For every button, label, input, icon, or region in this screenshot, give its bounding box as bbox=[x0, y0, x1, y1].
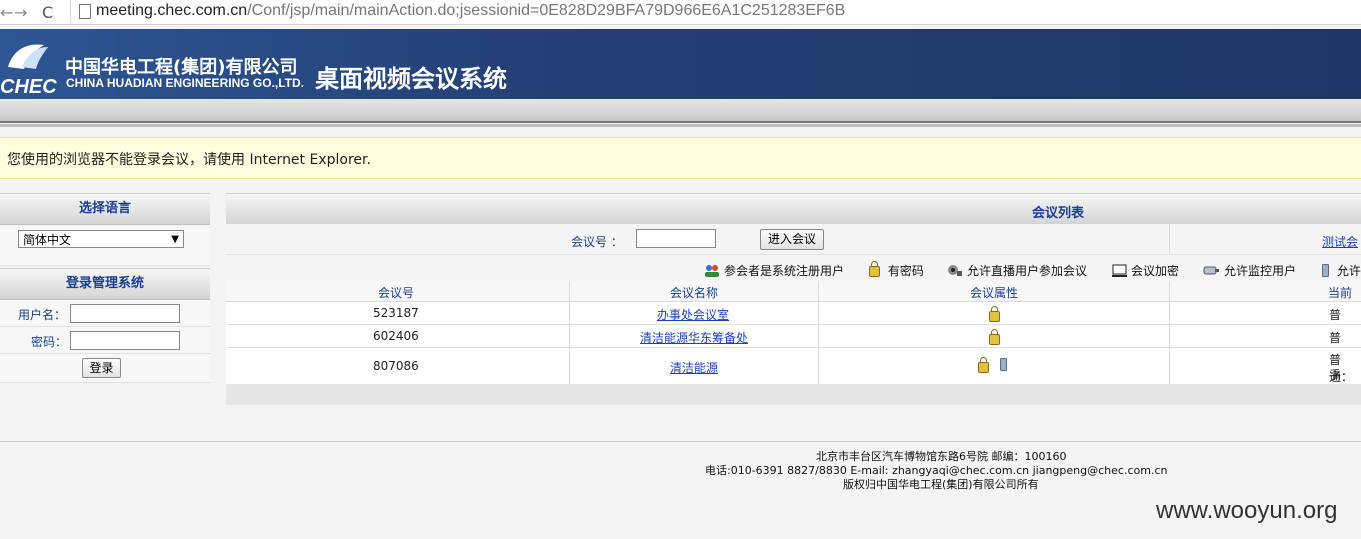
dropdown-arrow-icon: ▼ bbox=[171, 234, 179, 245]
meeting-table-header: 会议号 会议名称 会议属性 当前人 bbox=[226, 281, 1361, 317]
legend-row: 参会者是系统注册用户 有密码 允许直播用户参加会议 会议加密 允许监控用户 允许 bbox=[226, 255, 1361, 282]
table-row: 807086 清洁能源 普通： 手机： bbox=[226, 348, 1361, 399]
language-panel-header: 选择语言 bbox=[0, 193, 210, 225]
meeting-list-header: 会议列表 bbox=[226, 193, 1361, 225]
login-button[interactable]: 登录 bbox=[82, 358, 121, 378]
meeting-list-panel: 会议列表 会议号 ： 进入会议 测试会 参会者是系统注册用户 有密码 允许直播用… bbox=[226, 193, 1361, 405]
password-label: 密码： bbox=[31, 335, 68, 349]
url-path: /Conf/jsp/main/mainAction.do;jsessionid=… bbox=[247, 2, 846, 19]
lock-icon bbox=[978, 357, 989, 373]
address-bar[interactable]: meeting.chec.com.cn/Conf/jsp/main/mainAc… bbox=[70, 0, 1361, 23]
test-meeting-link[interactable]: 测试会 bbox=[1322, 233, 1358, 250]
warning-text: 您使用的浏览器不能登录会议，请使用 Internet Explorer. bbox=[7, 152, 371, 168]
meeting-name-link[interactable]: 清洁能源 bbox=[670, 359, 718, 376]
table-footer-bar bbox=[226, 384, 1361, 405]
search-row-divider bbox=[1169, 224, 1170, 254]
table-row: 523187 办事处会议室 普通： bbox=[226, 302, 1361, 339]
column-header-name: 会议名称 bbox=[670, 286, 719, 300]
login-panel-header: 登录管理系统 bbox=[0, 268, 210, 300]
column-divider bbox=[1169, 281, 1170, 384]
meeting-id: 523187 bbox=[373, 306, 419, 320]
table-row: 602406 清洁能源华东筹备处 普通： bbox=[226, 325, 1361, 362]
legend-monitor: 允许监控用户 bbox=[1203, 262, 1296, 279]
system-title: 桌面视频会议系统 bbox=[315, 65, 507, 93]
meeting-id: 807086 bbox=[373, 359, 419, 373]
camera-icon bbox=[1203, 266, 1219, 275]
meeting-list-title: 会议列表 bbox=[1032, 206, 1085, 221]
enter-meeting-button[interactable]: 进入会议 bbox=[760, 229, 824, 250]
computer-icon bbox=[1112, 264, 1127, 277]
broadcast-icon bbox=[948, 265, 962, 276]
column-header-id: 会议号 bbox=[378, 286, 415, 300]
lock-icon bbox=[989, 306, 1000, 322]
legend-label: 允许 bbox=[1336, 264, 1361, 278]
legend-broadcast: 允许直播用户参加会议 bbox=[947, 262, 1087, 279]
legend-password: 有密码 bbox=[869, 261, 924, 279]
column-header-attributes: 会议属性 bbox=[970, 286, 1019, 300]
watermark: www.wooyun.org bbox=[1156, 497, 1338, 524]
back-arrow-icon[interactable]: ← bbox=[0, 3, 13, 22]
legend-label: 会议加密 bbox=[1131, 264, 1180, 278]
language-panel-title: 选择语言 bbox=[78, 201, 131, 216]
meeting-name-link[interactable]: 办事处会议室 bbox=[657, 306, 729, 323]
page-icon bbox=[79, 4, 91, 19]
login-panel-title: 登录管理系统 bbox=[65, 276, 144, 291]
password-input[interactable] bbox=[70, 331, 180, 350]
legend-encrypted: 会议加密 bbox=[1112, 262, 1179, 279]
reload-icon[interactable]: C bbox=[42, 3, 53, 22]
username-label: 用户名： bbox=[18, 308, 67, 322]
meeting-no-input[interactable] bbox=[636, 229, 716, 248]
users-icon bbox=[705, 265, 719, 277]
legend-label: 允许监控用户 bbox=[1224, 264, 1297, 278]
company-name-en: CHINA HUADIAN ENGINEERING GO.,LTD. bbox=[66, 76, 305, 90]
header-divider bbox=[0, 99, 1361, 123]
legend-registered-users: 参会者是系统注册用户 bbox=[704, 262, 844, 279]
browser-toolbar: ← → C meeting.chec.com.cn/Conf/jsp/main/… bbox=[0, 0, 1361, 25]
browser-warning: 您使用的浏览器不能登录会议，请使用 Internet Explorer. bbox=[0, 137, 1361, 179]
language-select[interactable]: 简体中文 ▼ bbox=[18, 230, 184, 248]
username-input[interactable] bbox=[70, 304, 180, 323]
meeting-name-link[interactable]: 清洁能源华东筹备处 bbox=[640, 329, 748, 346]
column-divider bbox=[818, 281, 819, 384]
logo-text: CHEC bbox=[0, 76, 57, 93]
legend-label: 允许直播用户参加会议 bbox=[967, 264, 1088, 278]
header-divider-thin bbox=[0, 124, 1361, 127]
url-host: meeting.chec.com.cn bbox=[96, 2, 248, 19]
footer-divider bbox=[0, 441, 1361, 442]
phone-icon bbox=[1322, 264, 1329, 277]
chec-logo: CHEC bbox=[0, 44, 57, 93]
forward-arrow-icon[interactable]: → bbox=[14, 3, 27, 22]
url-text[interactable]: meeting.chec.com.cn/Conf/jsp/main/mainAc… bbox=[96, 2, 845, 20]
column-divider bbox=[569, 281, 570, 384]
phone-icon bbox=[1000, 358, 1007, 371]
meeting-no-label: 会议号 ： bbox=[571, 235, 623, 249]
site-header: CHEC 中国华电工程(集团)有限公司 CHINA HUADIAN ENGINE… bbox=[0, 29, 1361, 99]
footer-copyright: 版权归中国华电工程(集团)有限公司所有 bbox=[843, 478, 1039, 491]
language-selected-value: 简体中文 bbox=[23, 233, 72, 247]
lock-icon bbox=[989, 329, 1000, 345]
legend-phone: 允许 bbox=[1322, 262, 1361, 279]
meeting-search-row: 会议号 ： 进入会议 测试会 bbox=[226, 224, 1361, 255]
legend-label: 有密码 bbox=[887, 264, 924, 278]
legend-label: 参会者是系统注册用户 bbox=[724, 264, 845, 278]
meeting-id: 602406 bbox=[373, 329, 419, 343]
lock-icon bbox=[869, 261, 880, 277]
